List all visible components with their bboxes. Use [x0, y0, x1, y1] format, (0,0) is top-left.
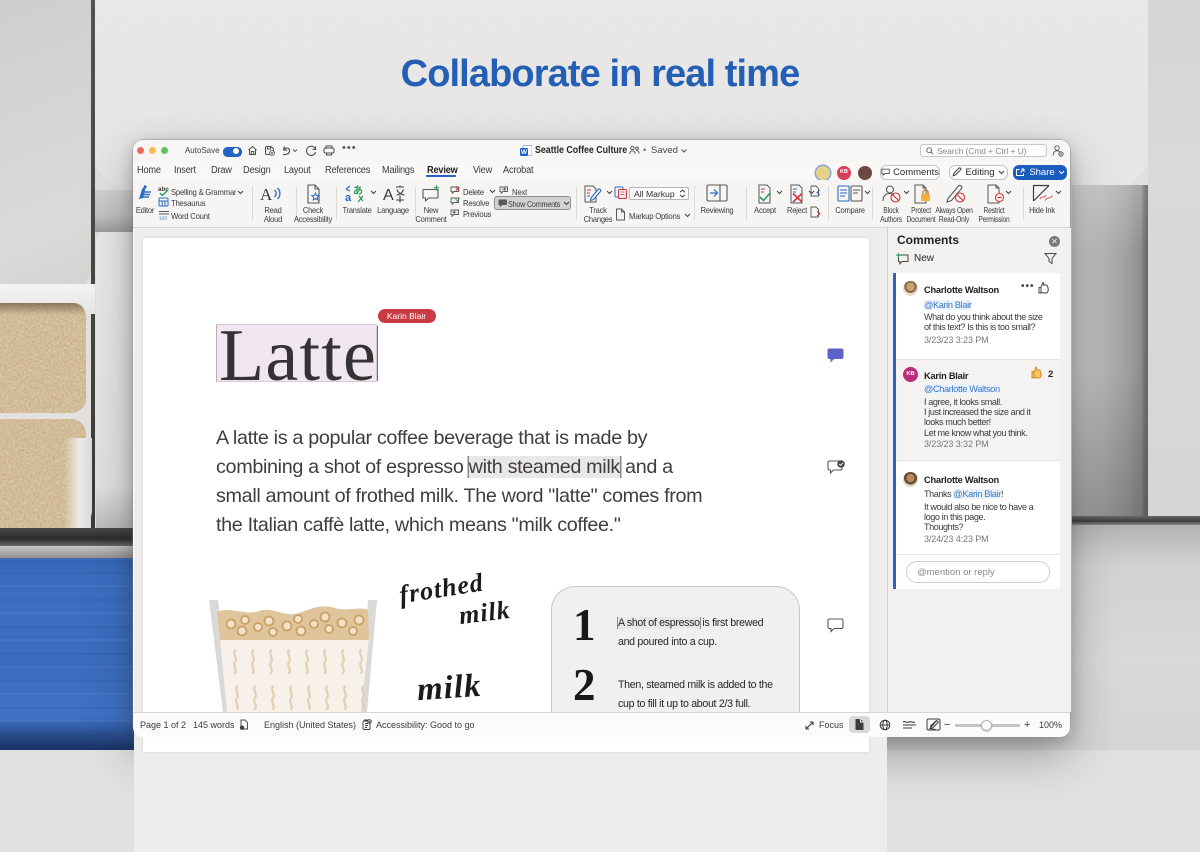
svg-text:A: A — [383, 187, 394, 203]
svg-text:あ: あ — [353, 184, 363, 197]
svg-text:123: 123 — [159, 215, 167, 220]
svg-text:a: a — [345, 192, 352, 203]
svg-text:W: W — [520, 149, 527, 156]
svg-text:A: A — [260, 185, 273, 203]
